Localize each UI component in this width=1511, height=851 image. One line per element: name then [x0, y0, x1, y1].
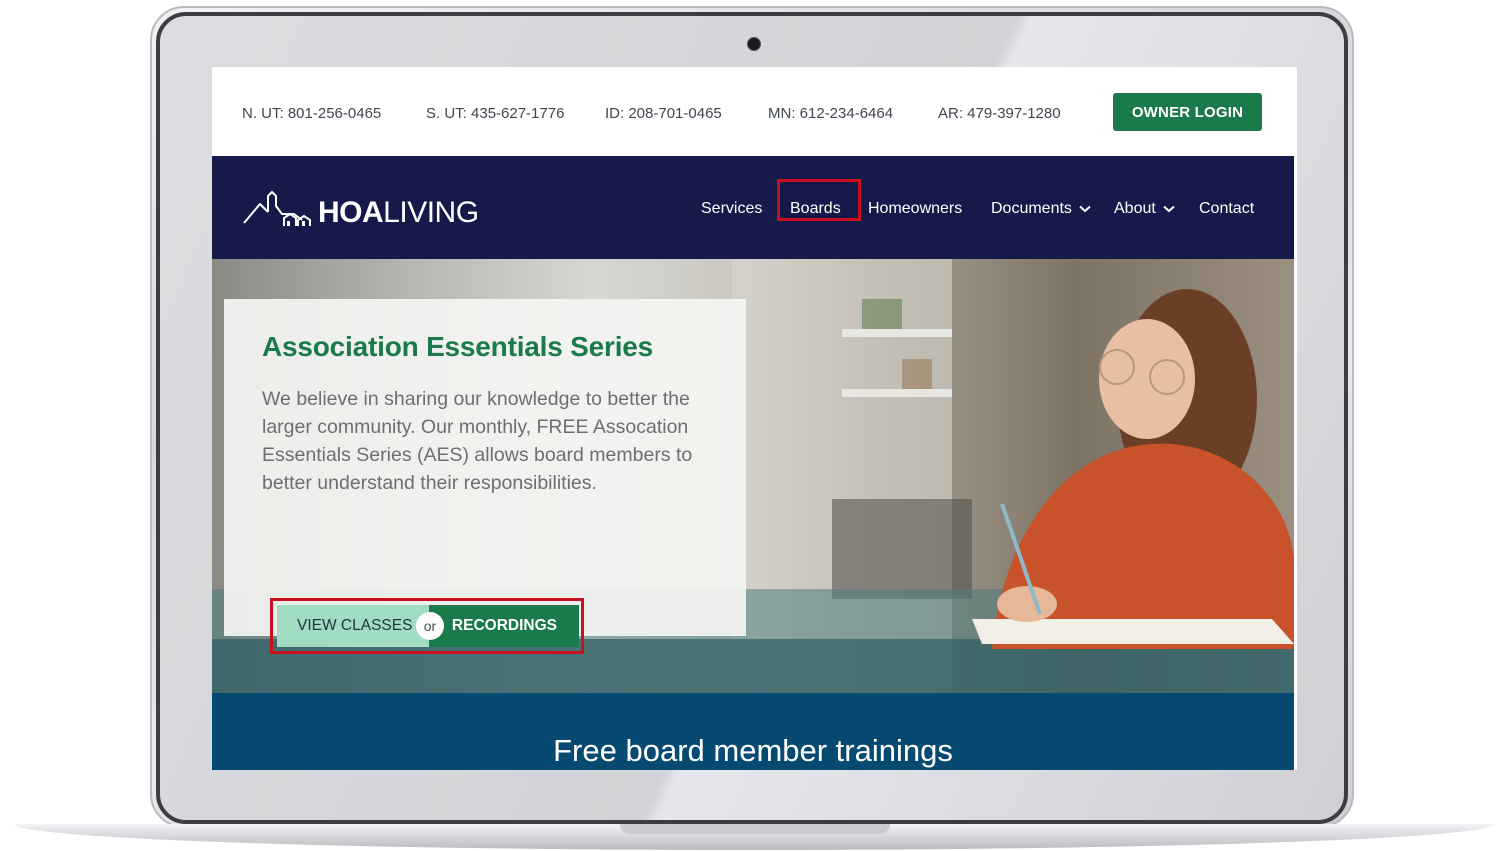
phone-idaho[interactable]: ID: 208-701-0465	[605, 105, 722, 122]
browser-screen: N. UT: 801-256-0465 S. UT: 435-627-1776 …	[212, 67, 1297, 770]
hero-title: Association Essentials Series	[262, 331, 654, 362]
house-roofline-icon	[243, 191, 311, 226]
nav-about[interactable]: About	[1114, 200, 1175, 218]
phone-north-utah[interactable]: N. UT: 801-256-0465	[242, 105, 381, 122]
chevron-down-icon	[1079, 205, 1091, 213]
nav-services[interactable]: Services	[701, 200, 762, 218]
hero-section: Association Essentials Series We believe…	[212, 259, 1294, 693]
laptop-notch	[620, 824, 890, 834]
trainings-section: Free board member trainings	[212, 693, 1294, 770]
nav-about-label: About	[1114, 200, 1156, 217]
nav-documents[interactable]: Documents	[991, 200, 1091, 218]
contact-bar: N. UT: 801-256-0465 S. UT: 435-627-1776 …	[212, 67, 1297, 156]
cta-or-divider: or	[416, 612, 444, 640]
chevron-down-icon	[1163, 205, 1175, 213]
logo-text-living: LIVING	[383, 196, 479, 229]
view-classes-button[interactable]: VIEW CLASSES	[277, 605, 429, 647]
owner-login-button[interactable]: OWNER LOGIN	[1113, 93, 1262, 131]
main-navbar: HOALIVING Services Boards Homeowners Doc…	[212, 156, 1294, 259]
boards-highlight-box	[777, 179, 861, 221]
nav-homeowners[interactable]: Homeowners	[868, 200, 962, 218]
nav-contact[interactable]: Contact	[1199, 200, 1254, 218]
logo-wordmark: HOALIVING	[318, 198, 479, 228]
section-title: Free board member trainings	[553, 733, 953, 768]
phone-south-utah[interactable]: S. UT: 435-627-1776	[426, 105, 564, 122]
recordings-button[interactable]: RECORDINGS	[429, 605, 579, 647]
phone-minnesota[interactable]: MN: 612-234-6464	[768, 105, 893, 122]
hero-card: Association Essentials Series We believe…	[224, 299, 746, 654]
hero-description: We believe in sharing our knowledge to b…	[262, 388, 693, 494]
hoaliving-logo[interactable]: HOALIVING	[242, 190, 479, 228]
logo-text-hoa: HOA	[318, 196, 384, 229]
camera-icon	[747, 37, 761, 51]
phone-arkansas[interactable]: AR: 479-397-1280	[938, 105, 1061, 122]
nav-documents-label: Documents	[991, 200, 1072, 217]
